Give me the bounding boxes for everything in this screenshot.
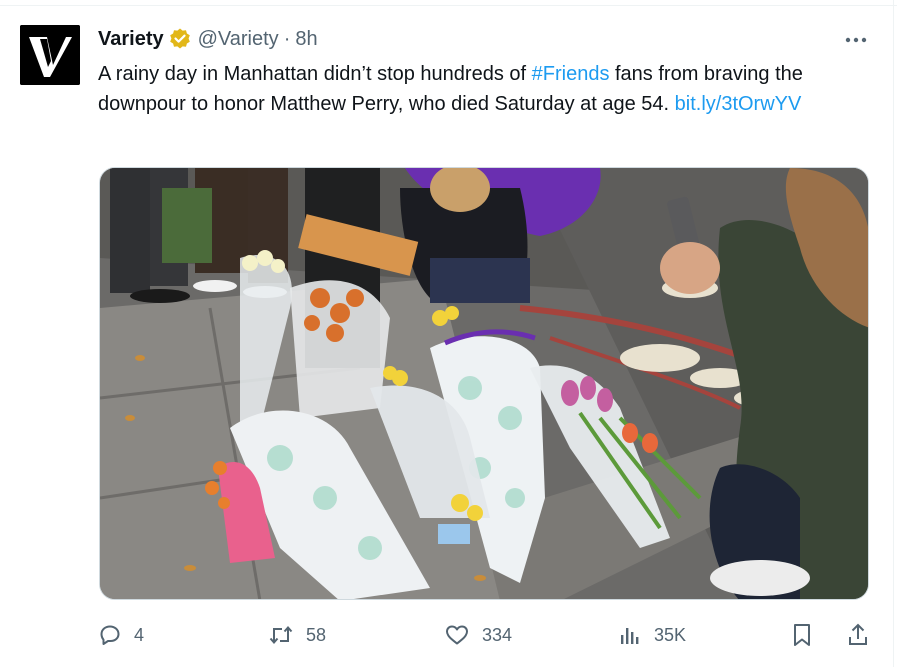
reply-button[interactable]: 4: [98, 618, 144, 652]
bookmark-icon: [794, 624, 810, 646]
like-button[interactable]: 334: [444, 618, 512, 652]
photo-street-memorial-flowers-icon: [100, 168, 868, 599]
author-avatar[interactable]: [20, 25, 80, 85]
retweet-button[interactable]: 58: [268, 618, 326, 652]
retweet-count: 58: [306, 624, 327, 645]
reply-icon: [100, 625, 120, 645]
more-options-button[interactable]: [840, 28, 872, 52]
views-count: 35K: [654, 624, 687, 645]
variety-v-logo-icon: [20, 25, 80, 85]
author-display-name[interactable]: Variety: [98, 28, 164, 51]
heart-icon: [446, 625, 468, 645]
tweet-photo[interactable]: [99, 167, 869, 600]
views-button[interactable]: 35K: [618, 618, 686, 652]
hashtag-link[interactable]: #Friends: [532, 63, 610, 85]
tweet-header: Variety @Variety · 8h: [98, 26, 318, 52]
more-dots-icon: [845, 37, 867, 43]
tweet-text: A rainy day in Manhattan didn’t stop hun…: [98, 59, 858, 119]
views-chart-icon: [621, 628, 639, 644]
author-handle[interactable]: @Variety: [198, 28, 279, 51]
retweet-icon: [269, 625, 293, 645]
tweet-timestamp[interactable]: 8h: [295, 28, 317, 51]
tweet-text-part1: A rainy day in Manhattan didn’t stop hun…: [98, 63, 532, 85]
url-link[interactable]: bit.ly/3tOrwYV: [675, 93, 802, 115]
reply-count: 4: [134, 624, 145, 645]
share-button[interactable]: [846, 618, 870, 652]
tweet-card[interactable]: Variety @Variety · 8h A rainy day in Man…: [0, 0, 893, 667]
gold-verified-icon[interactable]: [168, 27, 192, 51]
tweet-actions-bar: 4 58 334 35K: [98, 618, 872, 652]
separator-dot: ·: [283, 27, 291, 50]
share-icon: [849, 623, 867, 645]
like-count: 334: [482, 624, 513, 645]
bookmark-button[interactable]: [790, 618, 814, 652]
right-divider: [893, 0, 894, 667]
